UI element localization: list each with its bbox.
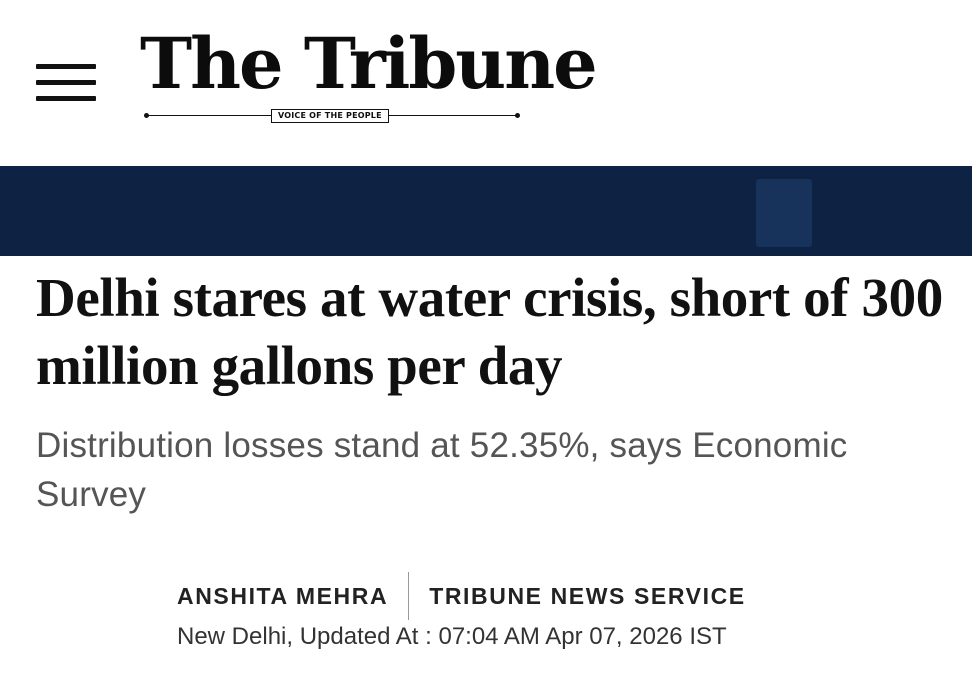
author-link[interactable]: ANSHITA MEHRA [177, 583, 388, 610]
logo-tagline: VOICE OF THE PEOPLE [271, 109, 389, 123]
hamburger-menu-icon[interactable] [36, 62, 96, 106]
navy-banner [0, 166, 972, 256]
news-agency: TRIBUNE NEWS SERVICE [429, 582, 746, 609]
byline-divider [408, 572, 410, 620]
dateline: New Delhi, Updated At : 07:04 AM Apr 07,… [177, 623, 727, 650]
article-headline: Delhi stares at water crisis, short of 3… [36, 267, 943, 396]
logo-title: The Tribune [140, 22, 598, 105]
menu-line [36, 64, 96, 69]
menu-line [36, 96, 96, 101]
banner-image-placeholder [756, 179, 812, 247]
article-subheadline: Distribution losses stand at 52.35%, say… [36, 426, 848, 514]
site-header: The Tribune VOICE OF THE PEOPLE [0, 0, 972, 166]
menu-line [36, 80, 96, 85]
byline: ANSHITA MEHRA TRIBUNE NEWS SERVICE [177, 572, 746, 620]
site-logo[interactable]: The Tribune VOICE OF THE PEOPLE [140, 20, 598, 130]
